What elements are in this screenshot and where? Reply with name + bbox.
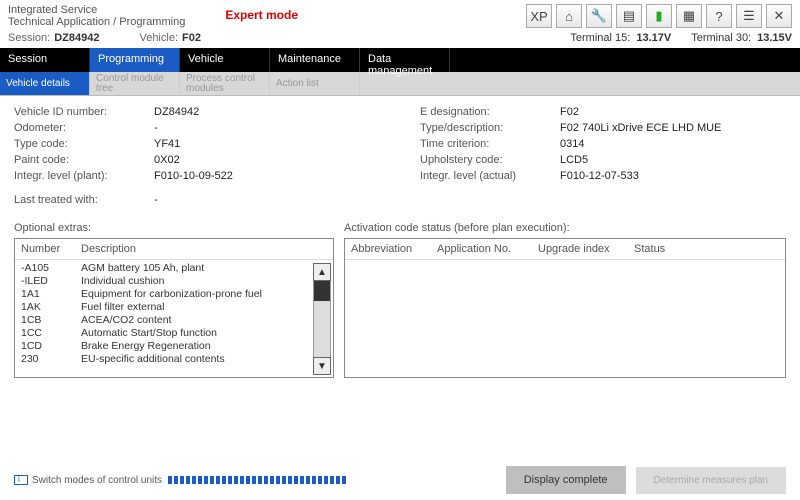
extras-row[interactable]: -ILEDIndividual cushion xyxy=(21,275,327,288)
extras-number: 1AK xyxy=(21,301,81,314)
extras-desc: ACEA/CO2 content xyxy=(81,314,171,327)
scroll-down-button[interactable]: ▼ xyxy=(313,357,331,375)
extras-row[interactable]: 1CDBrake Energy Regeneration xyxy=(21,340,327,353)
extras-col-number: Number xyxy=(21,243,81,255)
field-value: YF41 xyxy=(154,138,180,150)
extras-desc: AGM battery 105 Ah, plant xyxy=(81,262,204,275)
activation-col-abbrev: Abbreviation xyxy=(351,243,431,255)
determine-plan-button: Determine measures plan xyxy=(636,467,787,494)
field-label: Odometer: xyxy=(14,122,154,134)
terminal30-value: 13.15V xyxy=(757,32,792,44)
tab-vehicle[interactable]: Vehicle xyxy=(180,48,270,72)
session-label: Session: xyxy=(8,32,50,44)
field-value: LCD5 xyxy=(560,154,588,166)
home-icon[interactable]: ⌂ xyxy=(556,4,582,28)
extras-number: 1CB xyxy=(21,314,81,327)
extras-row[interactable]: 1CBACEA/CO2 content xyxy=(21,314,327,327)
extras-desc: Fuel filter external xyxy=(81,301,164,314)
field-value: 0314 xyxy=(560,138,584,150)
extras-number: 1CC xyxy=(21,327,81,340)
activation-body xyxy=(345,260,785,372)
extras-number: -ILED xyxy=(21,275,81,288)
display-complete-button[interactable]: Display complete xyxy=(506,466,626,494)
field-value: DZ84942 xyxy=(154,106,199,118)
extras-desc: EU-specific additional contents xyxy=(81,353,225,366)
progress-label: Switch modes of control units xyxy=(32,475,162,486)
tab-data-management[interactable]: Data management xyxy=(360,48,450,72)
subtab-vehicle-details[interactable]: Vehicle details xyxy=(0,72,90,95)
subtab-action-list[interactable]: Action list xyxy=(270,72,360,95)
field-label: Vehicle ID number: xyxy=(14,106,154,118)
subtab-control-module-tree[interactable]: Control module tree xyxy=(90,72,180,95)
activation-col-appno: Application No. xyxy=(437,243,532,255)
wrench-icon[interactable]: 🔧 xyxy=(586,4,612,28)
extras-number: 230 xyxy=(21,353,81,366)
extras-desc: Equipment for carbonization-prone fuel xyxy=(81,288,262,301)
field-value: F010-12-07-533 xyxy=(560,170,639,182)
field-label: Upholstery code: xyxy=(420,154,560,166)
help-icon[interactable]: ? xyxy=(706,4,732,28)
extras-number: -A105 xyxy=(21,262,81,275)
extras-row[interactable]: 230EU-specific additional contents xyxy=(21,353,327,366)
field-label: Time criterion: xyxy=(420,138,560,150)
extras-col-description: Description xyxy=(81,243,136,255)
subtab-process-control-modules[interactable]: Process control modules xyxy=(180,72,270,95)
field-label: E designation: xyxy=(420,106,560,118)
extras-row[interactable]: -A105AGM battery 105 Ah, plant xyxy=(21,262,327,275)
extras-row[interactable]: 1CCAutomatic Start/Stop function xyxy=(21,327,327,340)
layout-icon[interactable]: ☰ xyxy=(736,4,762,28)
app-title-1: Integrated Service xyxy=(8,4,185,16)
info-icon xyxy=(14,475,28,485)
battery-icon[interactable]: ▮ xyxy=(646,4,672,28)
terminal30-label: Terminal 30: xyxy=(691,32,751,44)
tab-programming[interactable]: Programming xyxy=(90,48,180,72)
extras-number: 1CD xyxy=(21,340,81,353)
extras-desc: Brake Energy Regeneration xyxy=(81,340,211,353)
expert-mode-label: Expert mode xyxy=(225,4,298,22)
vehicle-value: F02 xyxy=(182,32,201,44)
tab-session[interactable]: Session xyxy=(0,48,90,72)
field-value: F02 740Li xDrive ECE LHD MUE xyxy=(560,122,721,134)
scroll-up-button[interactable]: ▲ xyxy=(313,263,331,281)
activation-col-upgrade: Upgrade index xyxy=(538,243,628,255)
extras-row[interactable]: 1AKFuel filter external xyxy=(21,301,327,314)
progress-bar xyxy=(168,476,348,484)
vehicle-label: Vehicle: xyxy=(139,32,178,44)
activation-status-label: Activation code status (before plan exec… xyxy=(344,222,786,234)
field-value: F02 xyxy=(560,106,579,118)
last-treated-label: Last treated with: xyxy=(14,194,154,206)
tab-maintenance[interactable]: Maintenance xyxy=(270,48,360,72)
terminal15-value: 13.17V xyxy=(636,32,671,44)
field-value: - xyxy=(154,122,158,134)
extras-row[interactable]: 1A1Equipment for carbonization-prone fue… xyxy=(21,288,327,301)
close-icon[interactable]: ✕ xyxy=(766,4,792,28)
last-treated-value: - xyxy=(154,194,158,206)
field-label: Type/description: xyxy=(420,122,560,134)
field-label: Integr. level (actual) xyxy=(420,170,560,182)
grid-icon[interactable]: ▦ xyxy=(676,4,702,28)
field-value: F010-10-09-522 xyxy=(154,170,233,182)
extras-number: 1A1 xyxy=(21,288,81,301)
extras-desc: Individual cushion xyxy=(81,275,164,288)
app-title-2: Technical Application / Programming xyxy=(8,16,185,28)
field-value: 0X02 xyxy=(154,154,180,166)
page-icon[interactable]: ▤ xyxy=(616,4,642,28)
extras-desc: Automatic Start/Stop function xyxy=(81,327,217,340)
scroll-track[interactable] xyxy=(313,281,331,357)
field-label: Integr. level (plant): xyxy=(14,170,154,182)
terminal15-label: Terminal 15: xyxy=(570,32,630,44)
scroll-thumb[interactable] xyxy=(314,281,330,301)
activation-col-status: Status xyxy=(634,243,665,255)
session-value: DZ84942 xyxy=(54,32,99,44)
field-label: Paint code: xyxy=(14,154,154,166)
optional-extras-label: Optional extras: xyxy=(14,222,334,234)
XP-icon[interactable]: XP xyxy=(526,4,552,28)
field-label: Type code: xyxy=(14,138,154,150)
